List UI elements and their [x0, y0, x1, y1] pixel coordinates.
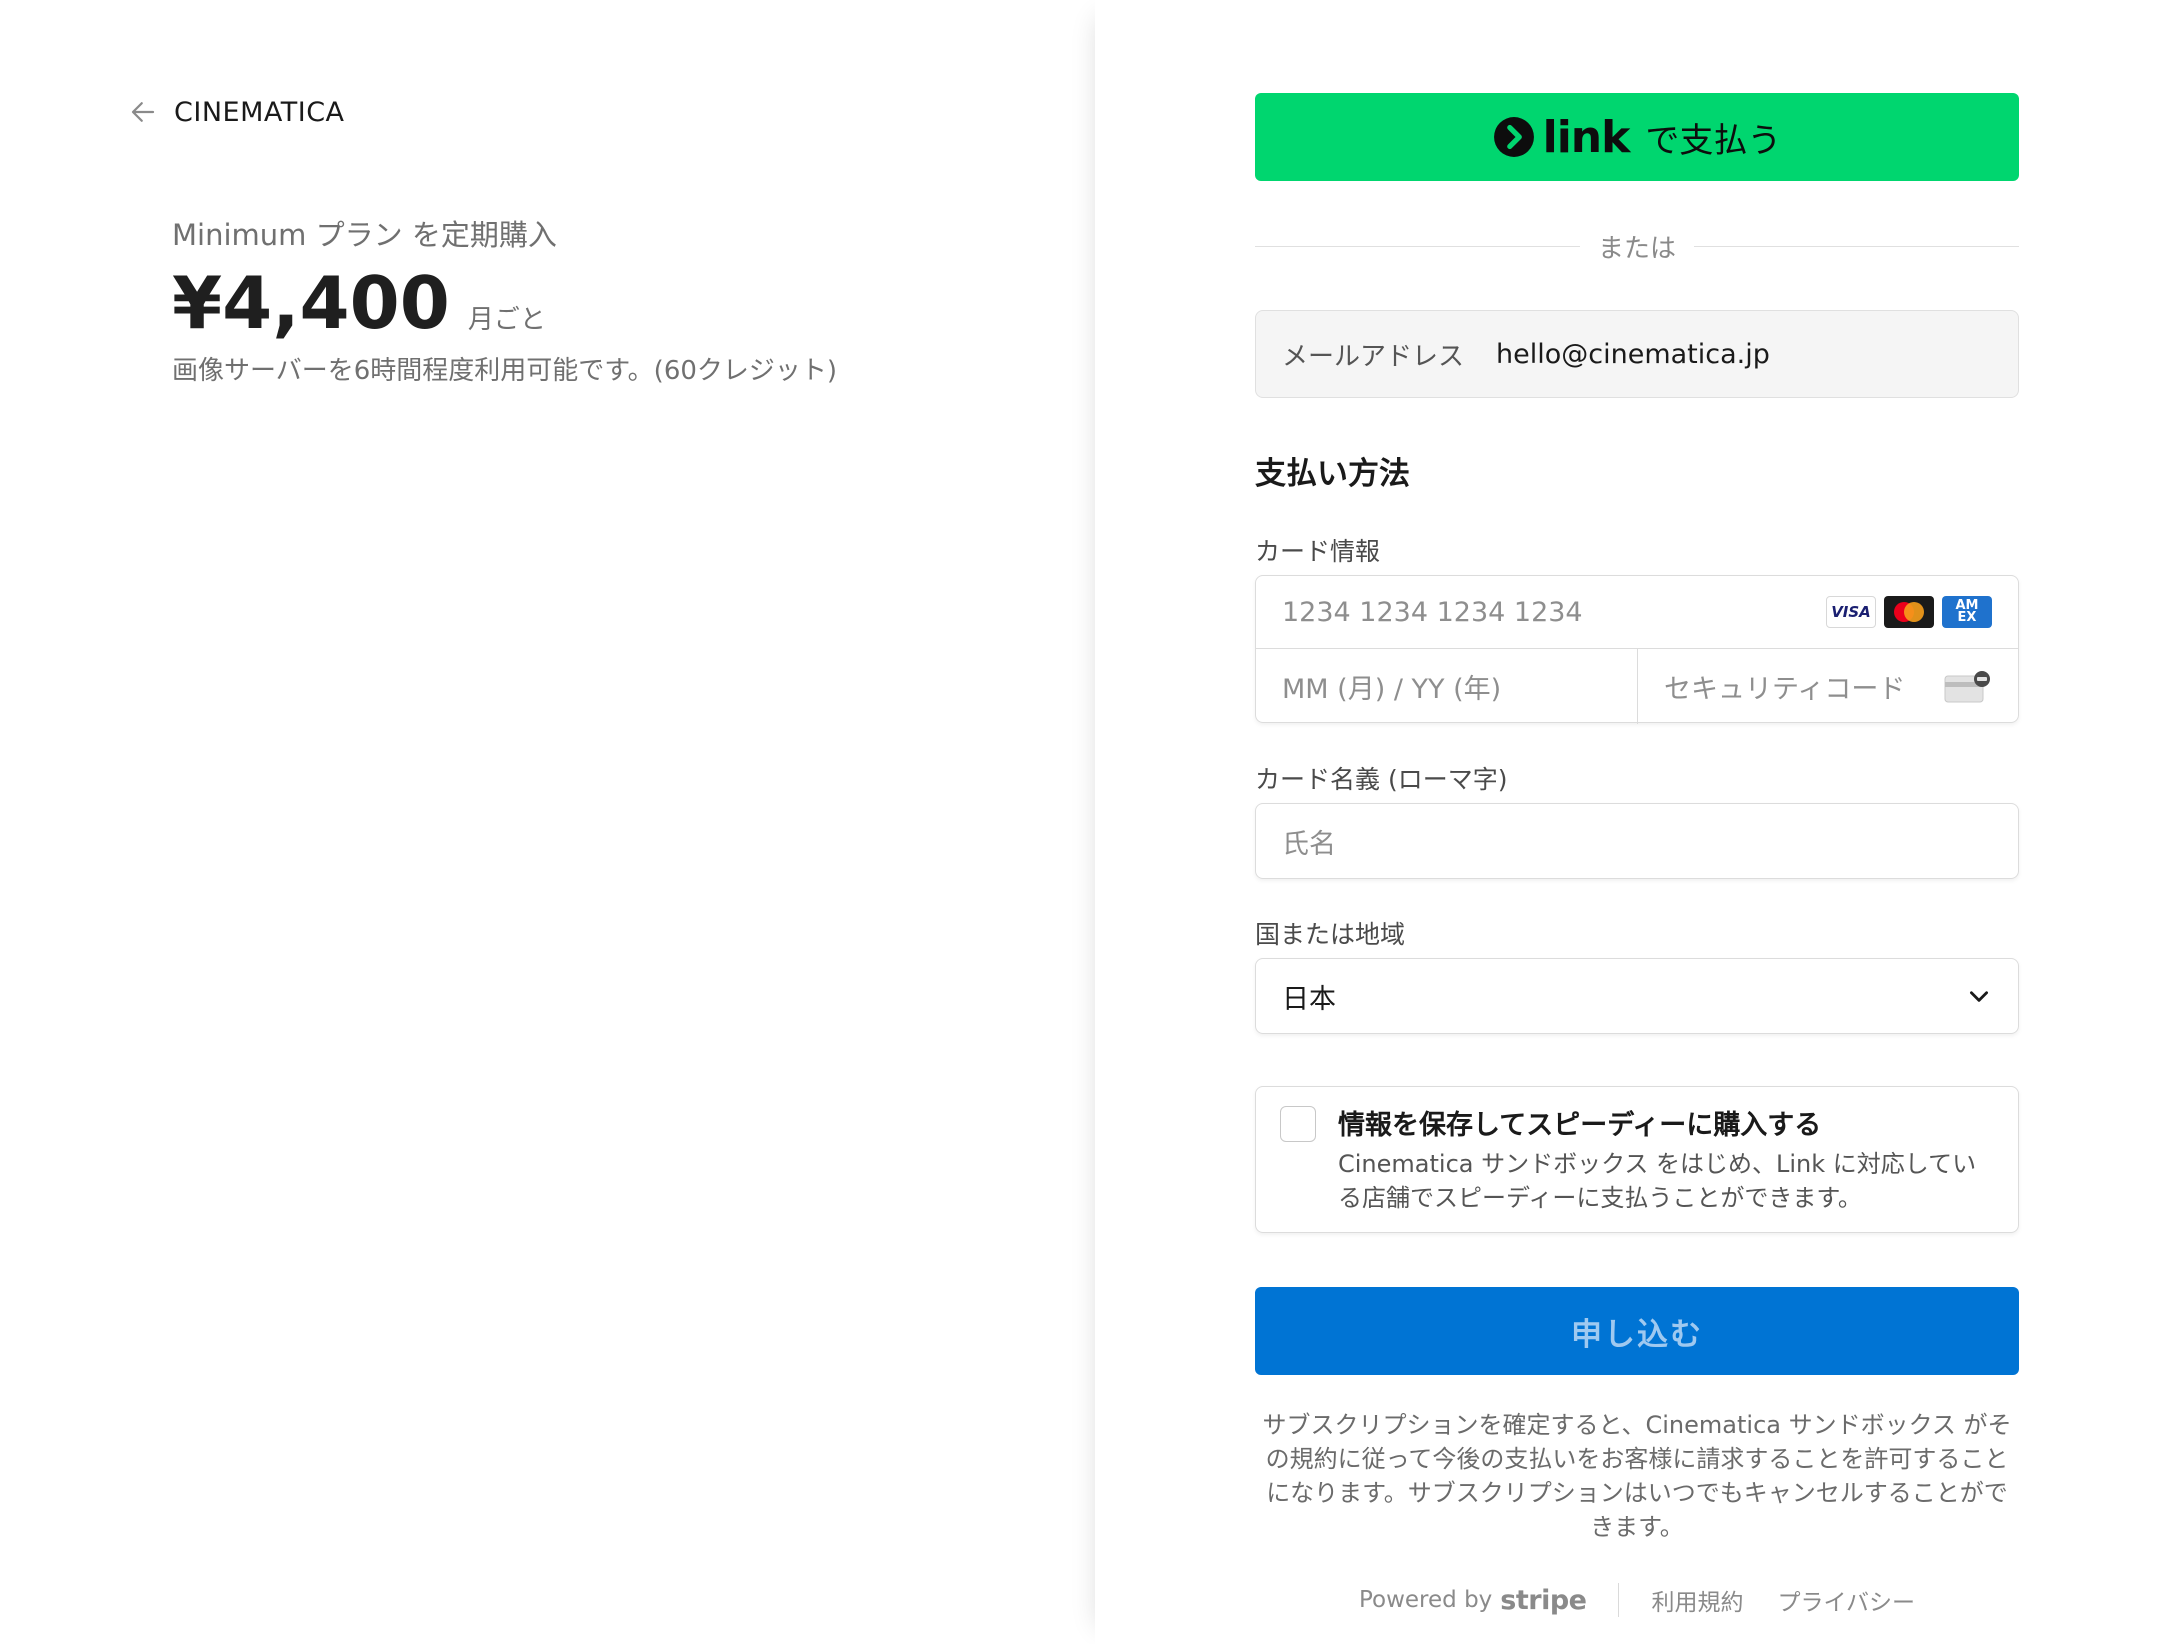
- divider-line-left: [1255, 245, 1580, 247]
- footer: Powered by stripe 利用規約 プライバシー: [1255, 1580, 2019, 1620]
- chevron-down-icon: [1970, 991, 1988, 1002]
- card-input-group: 1234 1234 1234 1234 VISA AM EX MM (月) / Y…: [1255, 575, 2019, 724]
- email-value[interactable]: hello@cinematica.jp: [1496, 339, 1770, 370]
- cvc-card-icon: [1944, 670, 1990, 702]
- save-info-title: 情報を保存してスピーディーに購入する: [1338, 1110, 1822, 1141]
- plan-description: 画像サーバーを6時間程度利用可能です。(60クレジット): [172, 356, 838, 386]
- card-brand-list: VISA AM EX: [1826, 596, 1992, 628]
- back-link[interactable]: CINEMATICA: [128, 92, 345, 132]
- payment-form-pane: link で支払う または メールアドレス hello@cinematica.j…: [1095, 0, 2161, 1644]
- divider-line-right: [1694, 245, 2020, 247]
- cvc-placeholder: セキュリティコード: [1664, 674, 1906, 705]
- cardholder-name-label: カード名義 (ローマ字): [1255, 765, 1508, 794]
- country-label: 国または地域: [1255, 920, 1406, 949]
- save-info-description: Cinematica サンドボックス をはじめ、Link に対応している店舗でス…: [1338, 1150, 1977, 1212]
- amex-icon: AM EX: [1942, 596, 1992, 628]
- payment-method-title: 支払い方法: [1255, 456, 1410, 492]
- order-summary-pane: CINEMATICA Minimum プラン を定期購入 ¥4,400 月ごと …: [0, 0, 1095, 1644]
- plan-title: Minimum プラン を定期購入: [172, 218, 557, 252]
- email-label: メールアドレス: [1282, 341, 1465, 372]
- arrow-left-icon[interactable]: [128, 97, 158, 127]
- terms-link[interactable]: 利用規約: [1651, 1583, 1743, 1617]
- stripe-logo[interactable]: stripe: [1500, 1585, 1587, 1616]
- footer-separator: [1618, 1583, 1620, 1617]
- pay-with-link-button[interactable]: link で支払う: [1255, 93, 2019, 181]
- link-button-label: で支払う: [1645, 120, 1782, 161]
- expiry-placeholder: MM (月) / YY (年): [1282, 674, 1502, 705]
- privacy-link[interactable]: プライバシー: [1777, 1583, 1915, 1617]
- powered-by-text: Powered by: [1358, 1587, 1493, 1613]
- subscribe-button[interactable]: 申し込む: [1255, 1287, 2019, 1375]
- link-word: link: [1542, 111, 1631, 163]
- or-text: または: [1598, 233, 1677, 264]
- card-bottom-row: MM (月) / YY (年) セキュリティコード: [1256, 649, 2018, 724]
- or-divider: または: [1255, 226, 2020, 266]
- save-info-option[interactable]: 情報を保存してスピーディーに購入する Cinematica サンドボックス をは…: [1255, 1086, 2019, 1233]
- merchant-name[interactable]: CINEMATICA: [174, 97, 345, 128]
- email-field[interactable]: メールアドレス hello@cinematica.jp: [1255, 310, 2019, 398]
- subscription-terms: サブスクリプションを確定すると、Cinematica サンドボックス がその規約…: [1262, 1411, 2012, 1541]
- price-row: ¥4,400 月ごと: [172, 262, 546, 344]
- country-value: 日本: [1282, 983, 1336, 1015]
- card-info-label: カード情報: [1255, 537, 1381, 566]
- mastercard-icon: [1884, 596, 1934, 628]
- card-number-placeholder: 1234 1234 1234 1234: [1282, 596, 1583, 628]
- cardholder-name-placeholder: 氏名: [1282, 828, 1336, 860]
- price-amount: ¥4,400: [172, 261, 450, 345]
- link-logo-icon: [1493, 117, 1534, 157]
- visa-icon: VISA: [1826, 596, 1876, 628]
- save-info-checkbox[interactable]: [1280, 1106, 1316, 1142]
- expiry-input[interactable]: MM (月) / YY (年): [1256, 649, 1638, 724]
- price-period: 月ごと: [467, 305, 546, 335]
- subscribe-button-label: 申し込む: [1571, 1316, 1703, 1353]
- card-number-input[interactable]: 1234 1234 1234 1234 VISA AM EX: [1256, 576, 2018, 649]
- country-select[interactable]: 日本: [1255, 958, 2019, 1034]
- cvc-input[interactable]: セキュリティコード: [1638, 649, 2018, 724]
- cardholder-name-input[interactable]: 氏名: [1255, 803, 2019, 879]
